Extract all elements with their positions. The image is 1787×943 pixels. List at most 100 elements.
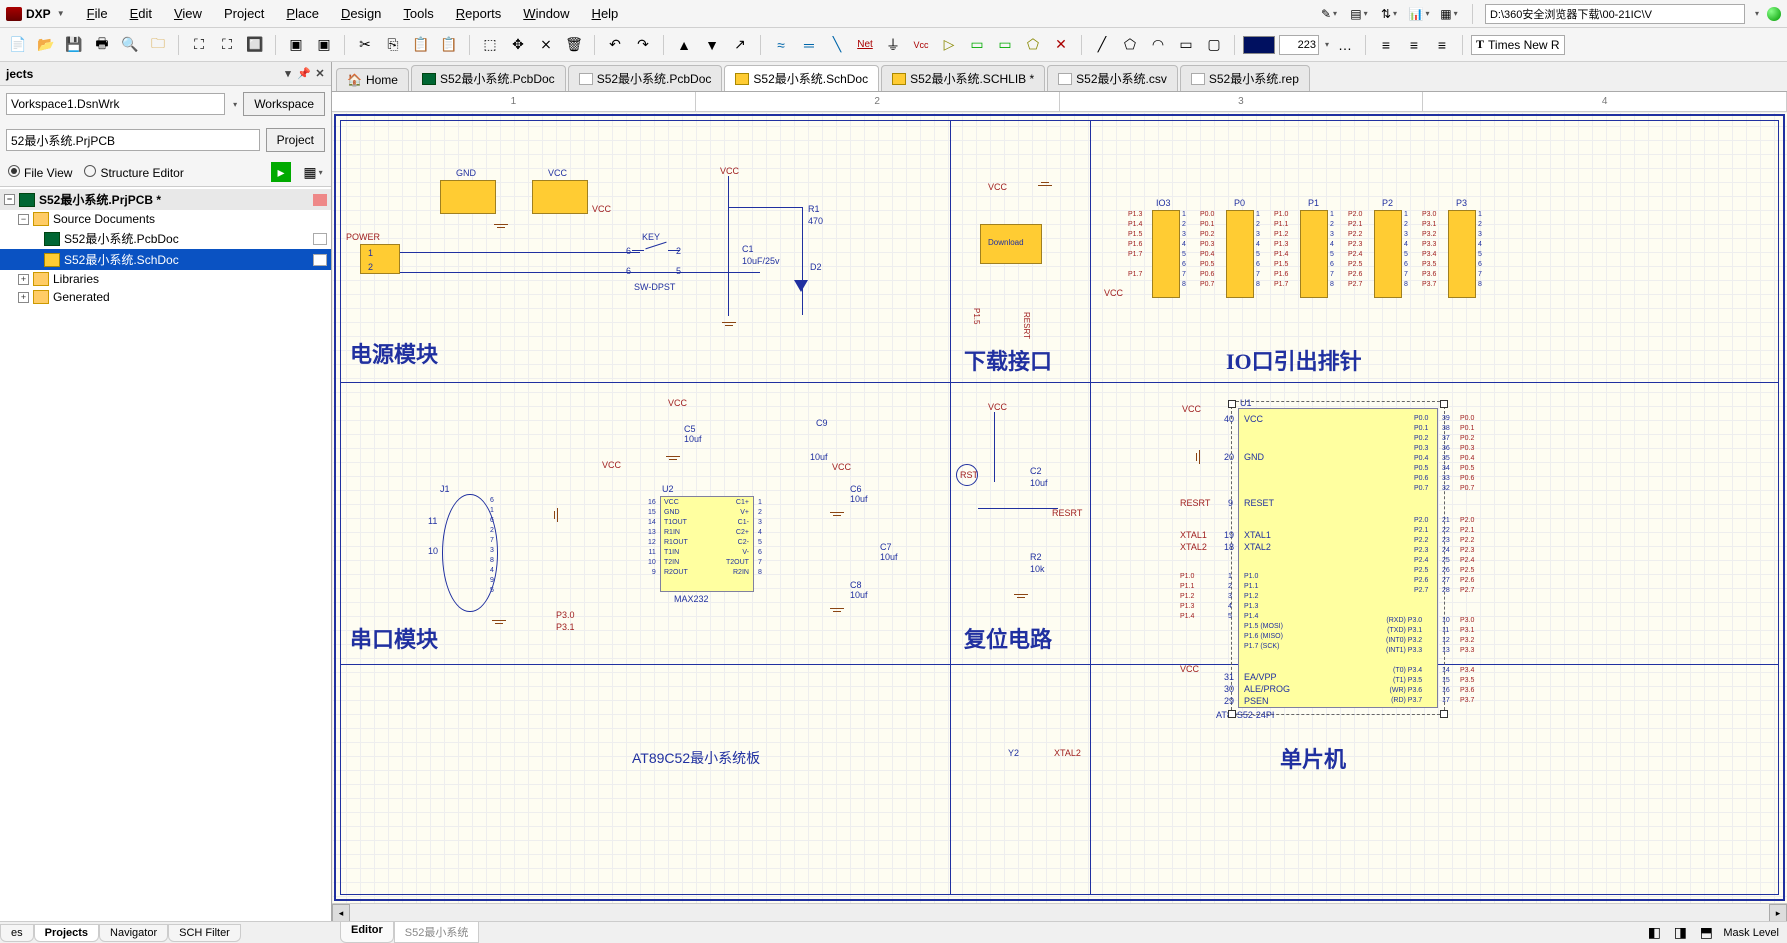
folder-icon[interactable]: 🗀 — [146, 33, 170, 57]
menu-window[interactable]: Window — [513, 2, 579, 25]
mask-icon-2[interactable]: ◨ — [1671, 925, 1689, 941]
font-selector[interactable]: TTimes New R — [1471, 35, 1565, 55]
structview-radio[interactable]: Structure Editor — [84, 165, 183, 180]
port-icon[interactable]: ⬠ — [1021, 33, 1045, 57]
selection-handle[interactable] — [1228, 400, 1236, 408]
no-erc-icon[interactable]: ✕ — [1049, 33, 1073, 57]
project-button[interactable]: Project — [266, 128, 325, 152]
mask-icon-3[interactable]: ⬒ — [1697, 925, 1715, 941]
tab-es[interactable]: es — [0, 924, 34, 942]
hierarchy-down-icon[interactable]: ▼ — [700, 33, 724, 57]
save-icon[interactable]: 💾 — [62, 33, 86, 57]
fileview-radio[interactable]: File View — [8, 165, 72, 180]
dxp-menu[interactable]: DXP▼ — [6, 7, 65, 21]
menu-help[interactable]: Help — [582, 2, 629, 25]
preview-icon[interactable]: 🔍 — [118, 33, 142, 57]
bus-icon[interactable]: ═ — [797, 33, 821, 57]
color-swatch[interactable] — [1243, 36, 1275, 54]
vcc-icon[interactable]: Vcc — [909, 33, 933, 57]
menu-project[interactable]: Project — [214, 2, 274, 25]
tree-schdoc[interactable]: S52最小系统.SchDoc — [0, 249, 331, 270]
mask-level-label[interactable]: Mask Level — [1723, 927, 1779, 939]
text-right-icon[interactable]: ≡ — [1430, 33, 1454, 57]
schematic-canvas[interactable]: 电源模块 GND VCC VCC POWER 1 2 KEY SW-DPST 6… — [332, 112, 1787, 921]
scroll-right-icon[interactable]: ▸ — [1769, 904, 1787, 921]
netlabel-icon[interactable]: Net — [853, 33, 877, 57]
tab-csv[interactable]: S52最小系统.csv — [1047, 65, 1178, 91]
project-input[interactable] — [6, 129, 260, 151]
round-rect-icon[interactable]: ▢ — [1202, 33, 1226, 57]
tab-schlib[interactable]: S52最小系统.SCHLIB * — [881, 65, 1045, 91]
gnd-icon[interactable]: ⏚ — [881, 33, 905, 57]
selection-handle[interactable] — [1440, 400, 1448, 408]
cut-icon[interactable]: ✂ — [353, 33, 377, 57]
pencil-icon[interactable]: ✎▾ — [1318, 3, 1340, 25]
wire-icon[interactable]: ≈ — [769, 33, 793, 57]
compile-icon[interactable]: ▸ — [271, 162, 291, 182]
io-header-4[interactable] — [1374, 210, 1402, 298]
copy-icon[interactable]: ⎘ — [381, 33, 405, 57]
selection-handle[interactable] — [1440, 710, 1448, 718]
zoom-fit-icon[interactable]: ⛶ — [215, 33, 239, 57]
document-icon[interactable]: ▤▾ — [1348, 3, 1370, 25]
arc-icon[interactable]: ◠ — [1146, 33, 1170, 57]
open-icon[interactable]: 📂 — [34, 33, 58, 57]
redo-icon[interactable]: ↷ — [631, 33, 655, 57]
tree-generated[interactable]: +Generated — [0, 288, 331, 306]
vcc-header[interactable] — [532, 180, 588, 214]
gnd-header[interactable] — [440, 180, 496, 214]
tab-rep[interactable]: S52最小系统.rep — [1180, 65, 1310, 91]
grid-icon[interactable]: ▦▾ — [1438, 3, 1460, 25]
menu-view[interactable]: View — [164, 2, 212, 25]
panel-pin-icon[interactable]: 📌 — [297, 67, 311, 81]
tab-pcbdoc-2[interactable]: S52最小系统.PcbDoc — [568, 65, 723, 91]
panel-menu-icon[interactable]: ▦▾ — [303, 162, 323, 182]
tab-home[interactable]: 🏠Home — [336, 68, 409, 91]
io-header-5[interactable] — [1448, 210, 1476, 298]
line-icon[interactable]: ╱ — [1090, 33, 1114, 57]
zoom-select-icon[interactable]: 🔲 — [243, 33, 267, 57]
text-center-icon[interactable]: ≡ — [1402, 33, 1426, 57]
zoom-area-icon[interactable]: ⛶ — [187, 33, 211, 57]
menu-edit[interactable]: Edit — [120, 2, 162, 25]
tab-pcbdoc-1[interactable]: S52最小系统.PcbDoc — [411, 65, 566, 91]
tree-project[interactable]: −S52最小系统.PrjPCB * — [0, 189, 331, 210]
menu-reports[interactable]: Reports — [446, 2, 512, 25]
panel-dropdown-icon[interactable]: ▾ — [281, 67, 295, 81]
tab-navigator[interactable]: Navigator — [99, 924, 168, 942]
paste-icon[interactable]: 📋 — [409, 33, 433, 57]
tree-libraries[interactable]: +Libraries — [0, 270, 331, 288]
paste-special-icon[interactable]: 📋 — [437, 33, 461, 57]
io-header-3[interactable] — [1300, 210, 1328, 298]
rect-icon[interactable]: ▭ — [1174, 33, 1198, 57]
move-icon[interactable]: ✥ — [506, 33, 530, 57]
menu-tools[interactable]: Tools — [393, 2, 443, 25]
mask-icon-1[interactable]: ◧ — [1645, 925, 1663, 941]
deselect-icon[interactable]: ⨯ — [534, 33, 558, 57]
workspace-input[interactable] — [6, 93, 225, 115]
path-input[interactable] — [1485, 4, 1745, 24]
subtab-file[interactable]: S52最小系统 — [394, 922, 480, 943]
menu-place[interactable]: Place — [276, 2, 329, 25]
more-icon[interactable]: … — [1333, 33, 1357, 57]
cross-probe-icon[interactable]: ↗ — [728, 33, 752, 57]
menu-file[interactable]: File — [77, 2, 118, 25]
tab-schdoc[interactable]: S52最小系统.SchDoc — [724, 65, 879, 91]
tree-source-docs[interactable]: −Source Documents — [0, 210, 331, 228]
part-icon[interactable]: ▷ — [937, 33, 961, 57]
menu-design[interactable]: Design — [331, 2, 391, 25]
workspace-button[interactable]: Workspace — [243, 92, 325, 116]
clear-icon[interactable]: 🗑 — [562, 33, 586, 57]
status-dot-icon[interactable] — [1767, 7, 1781, 21]
selection-handle[interactable] — [1228, 710, 1236, 718]
subtab-editor[interactable]: Editor — [340, 922, 394, 943]
layers2-icon[interactable]: ▣ — [312, 33, 336, 57]
sheet-icon[interactable]: ▭ — [965, 33, 989, 57]
hierarchy-up-icon[interactable]: ▲ — [672, 33, 696, 57]
undo-icon[interactable]: ↶ — [603, 33, 627, 57]
layers-icon[interactable]: ▣ — [284, 33, 308, 57]
power-connector[interactable] — [360, 244, 400, 274]
print-icon[interactable]: 🖶 — [90, 33, 114, 57]
chart-icon[interactable]: 📊▾ — [1408, 3, 1430, 25]
sheet-entry-icon[interactable]: ▭ — [993, 33, 1017, 57]
